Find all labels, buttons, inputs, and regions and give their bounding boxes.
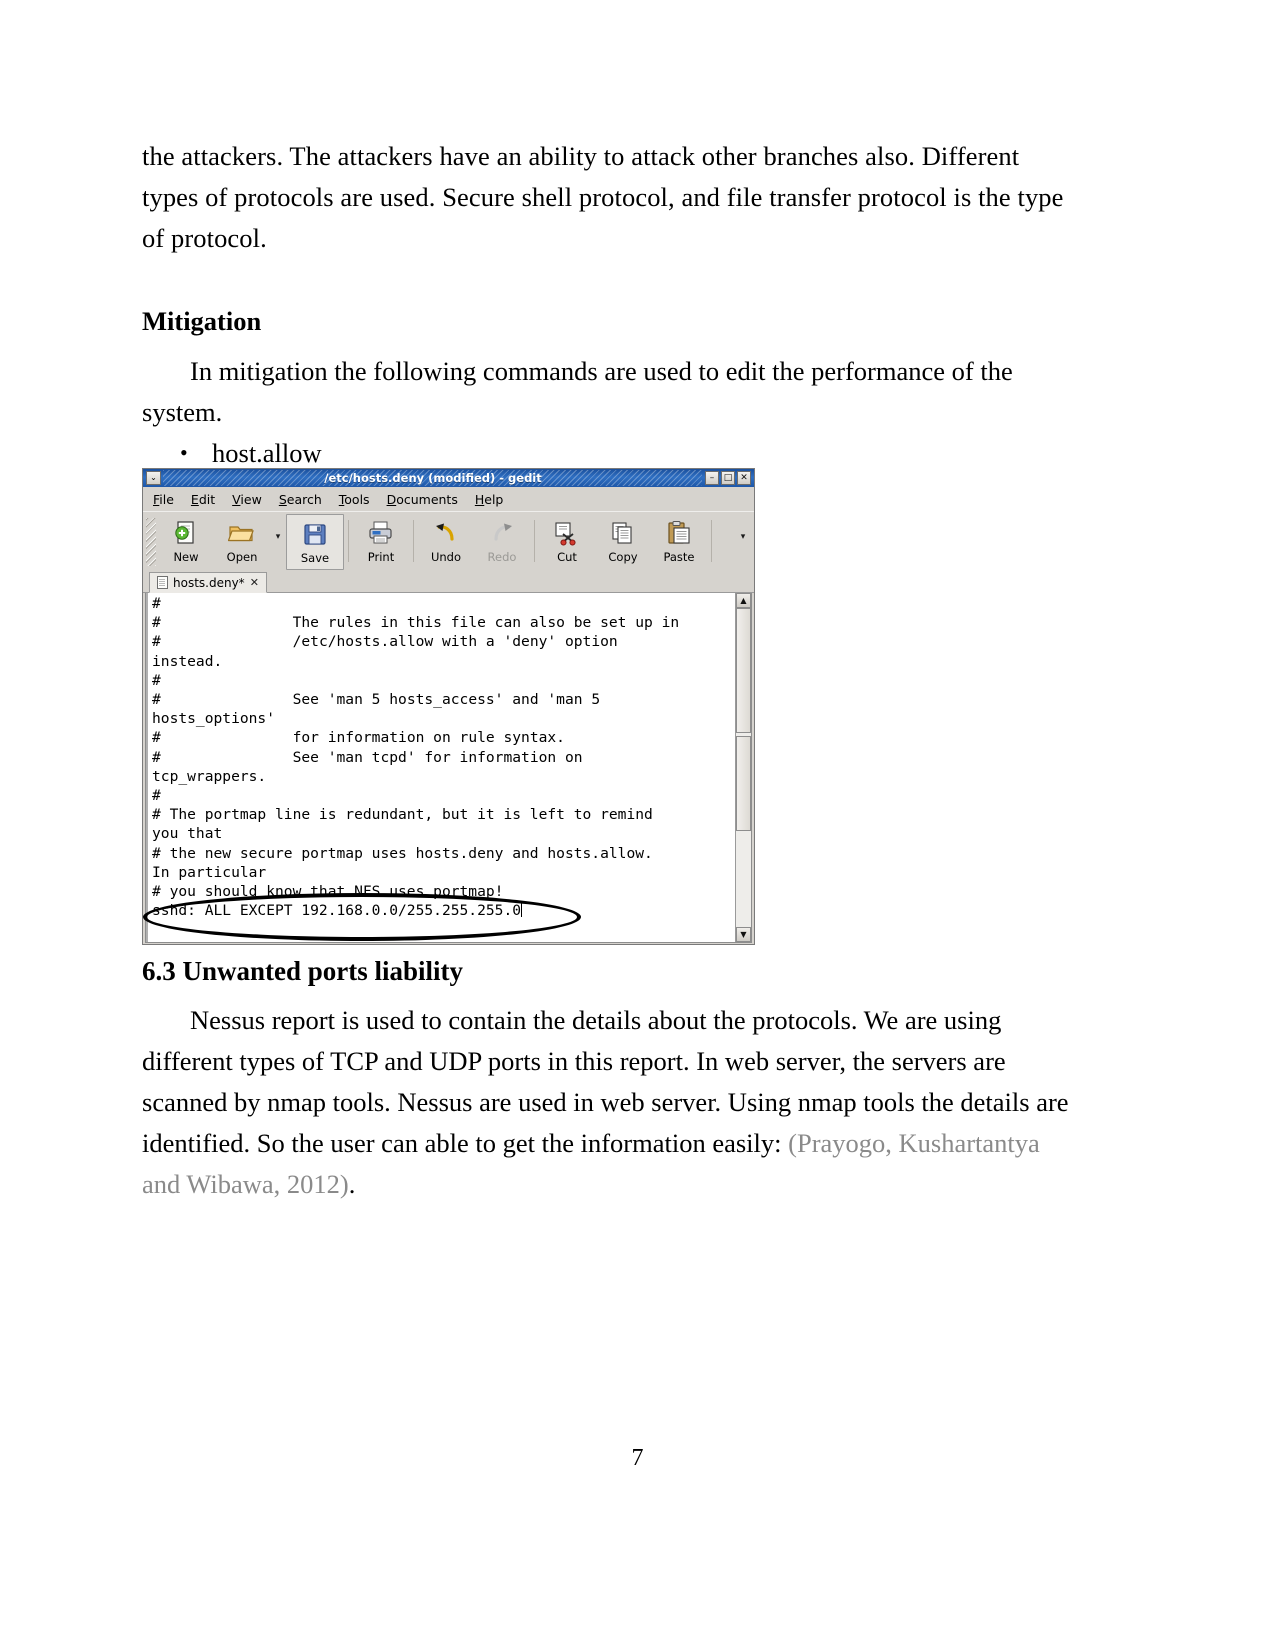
menu-item-search[interactable]: Search (279, 492, 322, 507)
minimize-icon[interactable]: – (705, 471, 719, 485)
vertical-scrollbar[interactable]: ▲ ▼ (735, 593, 751, 942)
paste-button-label: Paste (663, 550, 695, 564)
scrollbar-thumb-lower[interactable] (736, 736, 751, 831)
open-dropdown-chevron-down-icon[interactable]: ▾ (270, 514, 286, 570)
mitigation-heading: Mitigation (142, 306, 262, 336)
open-button[interactable]: Open (214, 514, 270, 570)
maximize-icon[interactable]: □ (721, 471, 735, 485)
mnemonic: H (474, 491, 485, 507)
menu-item-tools[interactable]: Tools (339, 492, 370, 507)
menu-label-rest: dit (198, 491, 216, 507)
copy-pages-icon (609, 519, 637, 547)
tab-label: hosts.deny* (173, 575, 245, 590)
paragraph-bottom: Nessus report is used to contain the det… (142, 1000, 1082, 1205)
editor-text-content[interactable]: # # The rules in this file can also be s… (146, 593, 735, 942)
menu-item-edit[interactable]: Edit (191, 492, 215, 507)
paste-button[interactable]: Paste (651, 514, 707, 570)
mnemonic: S (278, 491, 287, 507)
editor-highlighted-line: sshd: ALL EXCEPT 192.168.0.0/255.255.255… (152, 902, 522, 920)
menu-item-documents[interactable]: Documents (387, 492, 458, 507)
open-button-label: Open (226, 550, 258, 564)
window-controls[interactable]: – □ ✕ (705, 471, 751, 485)
menu-label-rest: ools (344, 491, 370, 507)
menu-item-view[interactable]: View (232, 492, 262, 507)
document-page: the attackers. The attackers have an abi… (0, 0, 1275, 1650)
toolbar-separator (348, 520, 349, 562)
scroll-up-arrow-icon[interactable]: ▲ (736, 593, 751, 608)
menubar[interactable]: File Edit View Search Tools Documents He… (143, 487, 754, 511)
section-heading-6-3: 6.3 Unwanted ports liability (142, 956, 464, 986)
editor-area[interactable]: # # The rules in this file can also be s… (145, 593, 752, 943)
redo-button-label: Redo (487, 550, 517, 564)
menu-label-rest: ocuments (396, 491, 458, 507)
printer-icon (367, 519, 395, 547)
redo-button: Redo (474, 514, 530, 570)
menu-item-help[interactable]: Help (475, 492, 504, 507)
menu-label-rest: ile (159, 491, 174, 507)
save-button[interactable]: Save (286, 514, 344, 570)
undo-button[interactable]: Undo (418, 514, 474, 570)
copy-button[interactable]: Copy (595, 514, 651, 570)
tab-hosts-deny[interactable]: hosts.deny* ✕ (149, 572, 267, 593)
scrollbar-track[interactable] (736, 608, 751, 927)
window-titlebar[interactable]: ⌄ /etc/hosts.deny (modified) - gedit – □… (143, 469, 754, 487)
editor-file-body: # # The rules in this file can also be s… (152, 595, 680, 901)
new-button-label: New (173, 550, 199, 564)
tab-close-icon[interactable]: ✕ (250, 576, 259, 589)
document-bottom-content: 6.3 Unwanted ports liability Nessus repo… (142, 952, 1082, 1205)
document-top-content: the attackers. The attackers have an abi… (142, 136, 1072, 515)
window-menu-button[interactable]: ⌄ (146, 471, 161, 485)
menu-item-file[interactable]: File (153, 492, 174, 507)
toolbar-grip[interactable] (146, 518, 156, 566)
gedit-window[interactable]: ⌄ /etc/hosts.deny (modified) - gedit – □… (142, 468, 755, 945)
mnemonic: E (190, 491, 199, 507)
folder-open-icon (228, 519, 256, 547)
copy-button-label: Copy (608, 550, 638, 564)
menu-label-rest: earch (286, 491, 322, 507)
print-button-label: Print (367, 550, 395, 564)
save-button-label: Save (300, 551, 330, 565)
clipboard-paste-icon (665, 519, 693, 547)
toolbar[interactable]: New Open ▾ Save Print Undo Redo Cut Copy… (143, 511, 754, 570)
toolbar-separator (413, 520, 414, 562)
paragraph-top: the attackers. The attackers have an abi… (142, 141, 1064, 253)
scissors-cut-icon (553, 519, 581, 547)
toolbar-separator (711, 520, 712, 562)
menu-label-rest: elp (484, 491, 504, 507)
floppy-save-icon (302, 520, 328, 548)
toolbar-separator (534, 520, 535, 562)
window-title: /etc/hosts.deny (modified) - gedit (324, 471, 542, 485)
undo-arrow-icon (433, 519, 459, 547)
close-icon[interactable]: ✕ (737, 471, 751, 485)
undo-button-label: Undo (430, 550, 462, 564)
scrollbar-thumb[interactable] (736, 608, 751, 733)
document-icon (157, 576, 168, 589)
scroll-down-arrow-icon[interactable]: ▼ (736, 927, 751, 942)
new-button[interactable]: New (158, 514, 214, 570)
document-tabbar[interactable]: hosts.deny* ✕ (143, 570, 754, 593)
mitigation-intro: In mitigation the following commands are… (142, 356, 1013, 427)
mnemonic: D (386, 491, 397, 507)
menu-label-rest: iew (240, 491, 262, 507)
print-button[interactable]: Print (353, 514, 409, 570)
toolbar-overflow-chevron-down-icon[interactable]: ▾ (732, 514, 754, 570)
cut-button[interactable]: Cut (539, 514, 595, 570)
new-document-icon (173, 519, 199, 547)
text-caret (521, 902, 523, 918)
cut-button-label: Cut (557, 550, 577, 564)
redo-arrow-icon (489, 519, 515, 547)
paragraph-bottom-end: . (348, 1169, 356, 1199)
page-number: 7 (631, 1445, 644, 1471)
